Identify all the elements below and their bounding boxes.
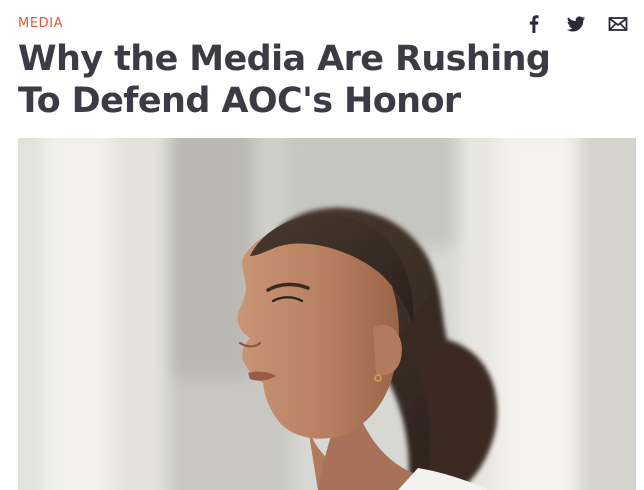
facebook-icon[interactable]: [524, 14, 544, 34]
email-icon[interactable]: [608, 14, 628, 34]
share-bar: [524, 14, 628, 34]
article-headline: Why the Media Are Rushing To Defend AOC'…: [18, 39, 551, 121]
twitter-icon[interactable]: [566, 14, 586, 34]
category-label[interactable]: MEDIA: [18, 16, 63, 31]
hero-image: [18, 138, 636, 490]
